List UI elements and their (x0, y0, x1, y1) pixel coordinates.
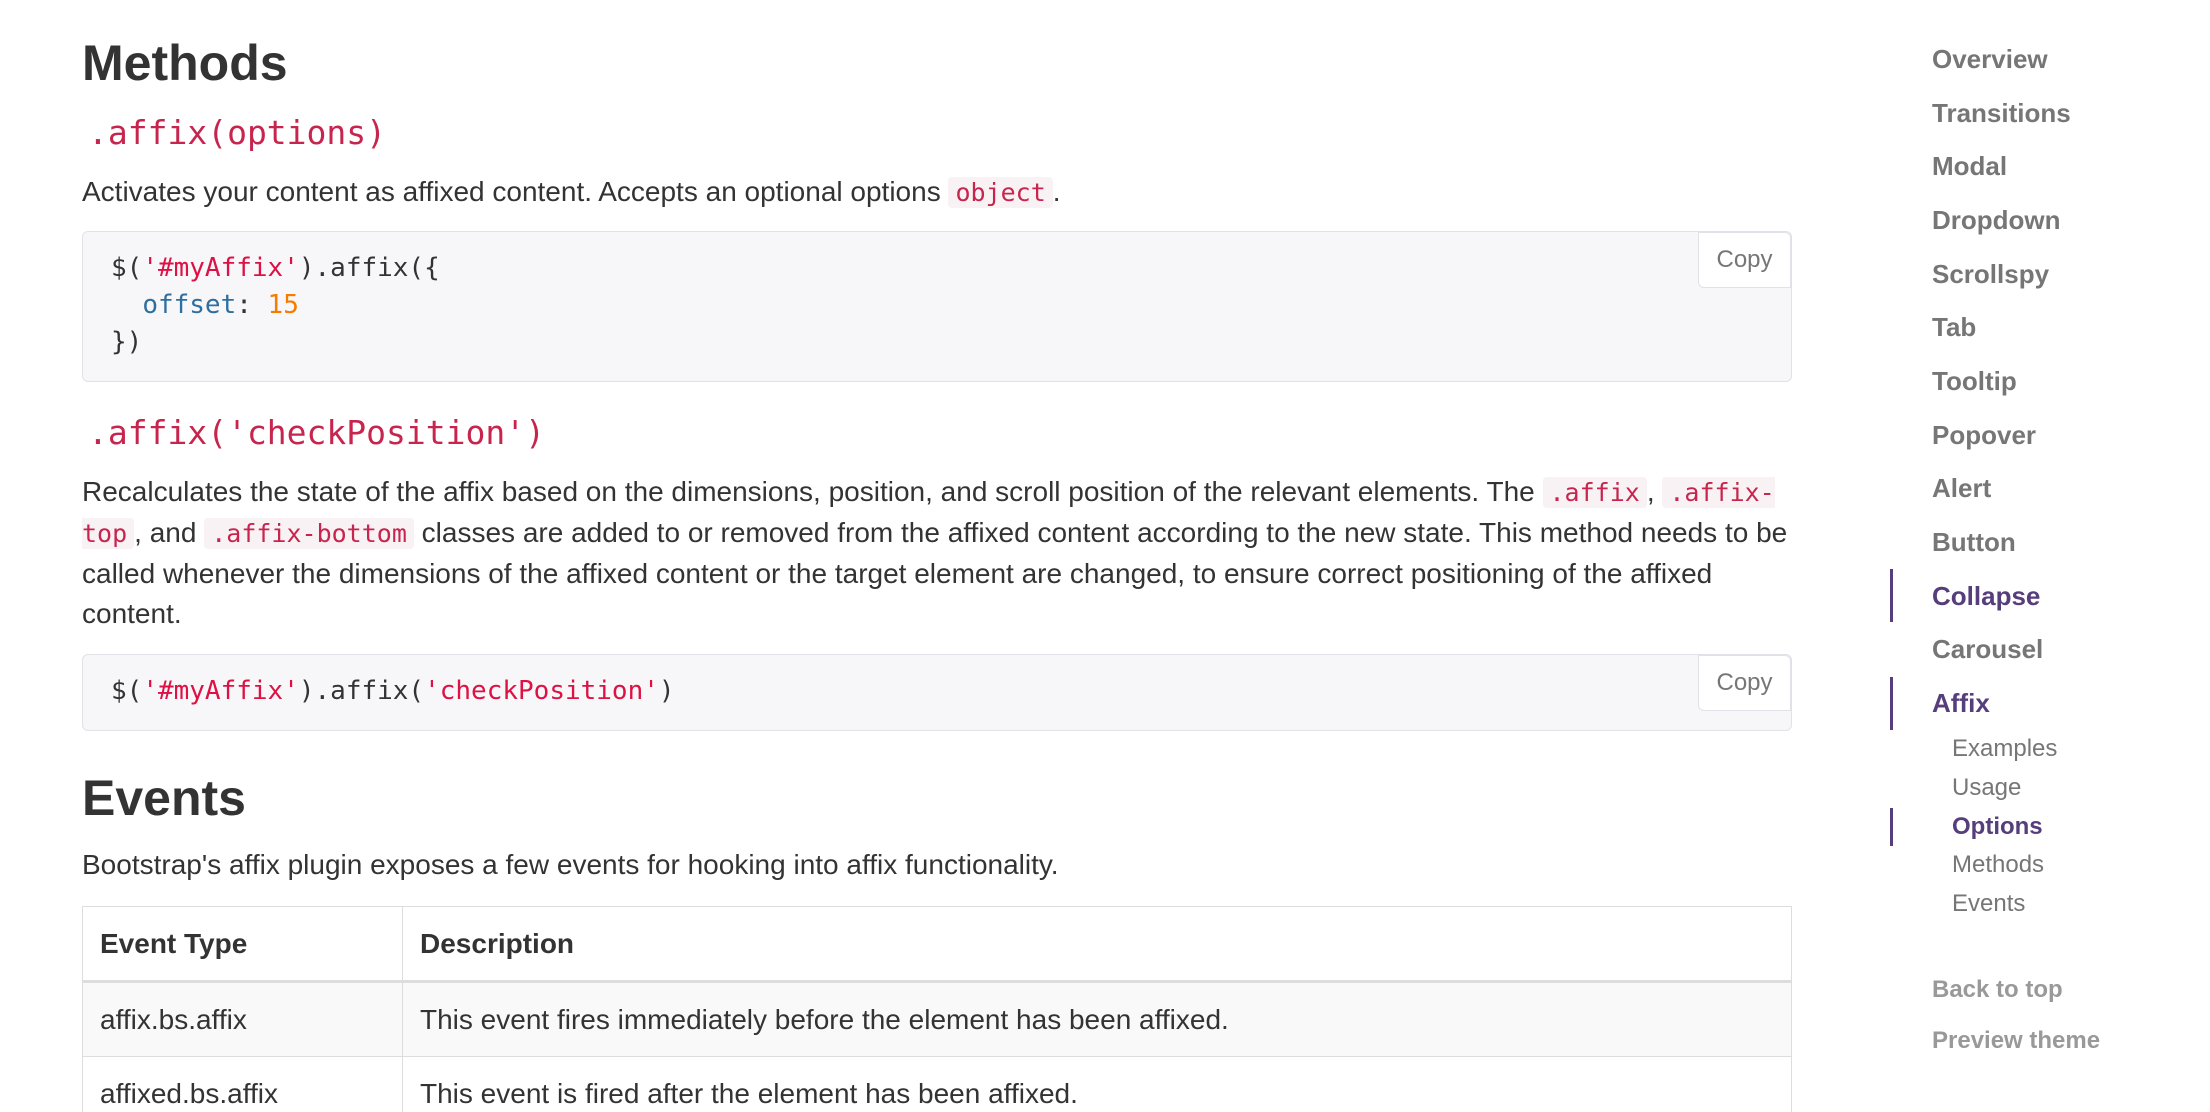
docs-page: Methods .affix(options) Activates your c… (0, 0, 2210, 1112)
description-text: . (1052, 176, 1061, 207)
column-header-description: Description (402, 906, 1792, 983)
events-intro: Bootstrap's affix plugin exposes a few e… (82, 849, 1059, 880)
code-token: $( (111, 253, 143, 283)
methods-heading: Methods (82, 35, 288, 91)
code-token-number: 15 (267, 290, 299, 320)
event-description-cell: This event is fired after the element ha… (402, 1056, 1792, 1112)
inline-code-object: object (948, 177, 1053, 208)
sidenav-item-affix[interactable]: Affix (1932, 690, 1990, 716)
event-description-cell: This event fires immediately before the … (402, 981, 1792, 1057)
code-token: ) (658, 676, 675, 706)
table-row: affixed.bs.affix This event is fired aft… (82, 1056, 1792, 1112)
code-token-string: 'checkPosition' (424, 676, 659, 706)
sidenav-item-popover[interactable]: Popover (1932, 422, 2036, 448)
sidenav-item-collapse[interactable]: Collapse (1932, 583, 2040, 609)
code-token: $( (111, 676, 143, 706)
sidenav-item-button[interactable]: Button (1932, 529, 2016, 555)
sidenav-item-modal[interactable]: Modal (1932, 153, 2007, 179)
events-heading: Events (82, 770, 246, 826)
code-block-check-position: $('#myAffix').affix('checkPosition') Cop… (82, 654, 1792, 731)
code-token: ).affix({ (298, 253, 440, 283)
sidenav-active-indicator (1890, 569, 1893, 622)
sidenav-subitem-events[interactable]: Events (1952, 892, 2025, 916)
copy-button[interactable]: Copy (1698, 232, 1791, 288)
sidenav-item-dropdown[interactable]: Dropdown (1932, 207, 2061, 233)
sidenav-active-indicator (1890, 677, 1893, 730)
sidenav-item-tab[interactable]: Tab (1932, 314, 1976, 340)
description-text: Recalculates the state of the affix base… (82, 476, 1543, 507)
code-token: }) (111, 327, 143, 357)
description-text: , and (134, 517, 205, 548)
back-to-top-link[interactable]: Back to top (1932, 978, 2063, 1002)
code-block-affix-options: $('#myAffix').affix({ offset: 15 }) Copy (82, 231, 1792, 382)
column-header-event-type: Event Type (82, 906, 403, 983)
sidenav-subitem-usage[interactable]: Usage (1952, 776, 2021, 800)
sidenav-subitem-examples[interactable]: Examples (1952, 737, 2057, 761)
sidenav-subitem-methods[interactable]: Methods (1952, 853, 2044, 877)
code-token-string: '#myAffix' (142, 676, 299, 706)
event-type-cell: affixed.bs.affix (82, 1056, 403, 1112)
events-table: Event Type Description affix.bs.affix Th… (82, 906, 1792, 1112)
code-token: ).affix( (298, 676, 425, 706)
inline-code-affix: .affix (1542, 477, 1647, 508)
sidenav-item-alert[interactable]: Alert (1932, 475, 1991, 501)
sidenav-subitem-options[interactable]: Options (1952, 815, 2043, 839)
sidenav-item-overview[interactable]: Overview (1932, 46, 2048, 72)
code-token: : (236, 290, 268, 320)
description-text: Activates your content as affixed conten… (82, 176, 949, 207)
preview-theme-link[interactable]: Preview theme (1932, 1029, 2100, 1053)
check-position-description: Recalculates the state of the affix base… (82, 472, 1792, 634)
sidenav-item-transitions[interactable]: Transitions (1932, 100, 2071, 126)
sidenav-active-indicator (1890, 808, 1893, 846)
affix-options-description: Activates your content as affixed conten… (82, 172, 1792, 213)
method-check-position-heading: .affix('checkPosition') (88, 413, 545, 452)
code-token-key: offset (142, 290, 237, 320)
sidenav-item-tooltip[interactable]: Tooltip (1932, 368, 2017, 394)
copy-button[interactable]: Copy (1698, 655, 1791, 711)
inline-code-affix-bottom: .affix-bottom (204, 518, 414, 549)
code-token-string: '#myAffix' (142, 253, 299, 283)
code-snippet: $('#myAffix').affix({ offset: 15 }) (83, 232, 1791, 379)
sidenav-item-scrollspy[interactable]: Scrollspy (1932, 261, 2049, 287)
event-type-cell: affix.bs.affix (82, 981, 403, 1057)
code-snippet: $('#myAffix').affix('checkPosition') (83, 655, 1791, 728)
table-row: affix.bs.affix This event fires immediat… (82, 981, 1792, 1057)
method-affix-options-heading: .affix(options) (88, 113, 387, 152)
table-header-row: Event Type Description (82, 906, 1792, 983)
sidenav-item-carousel[interactable]: Carousel (1932, 636, 2043, 662)
description-text: , (1646, 476, 1663, 507)
